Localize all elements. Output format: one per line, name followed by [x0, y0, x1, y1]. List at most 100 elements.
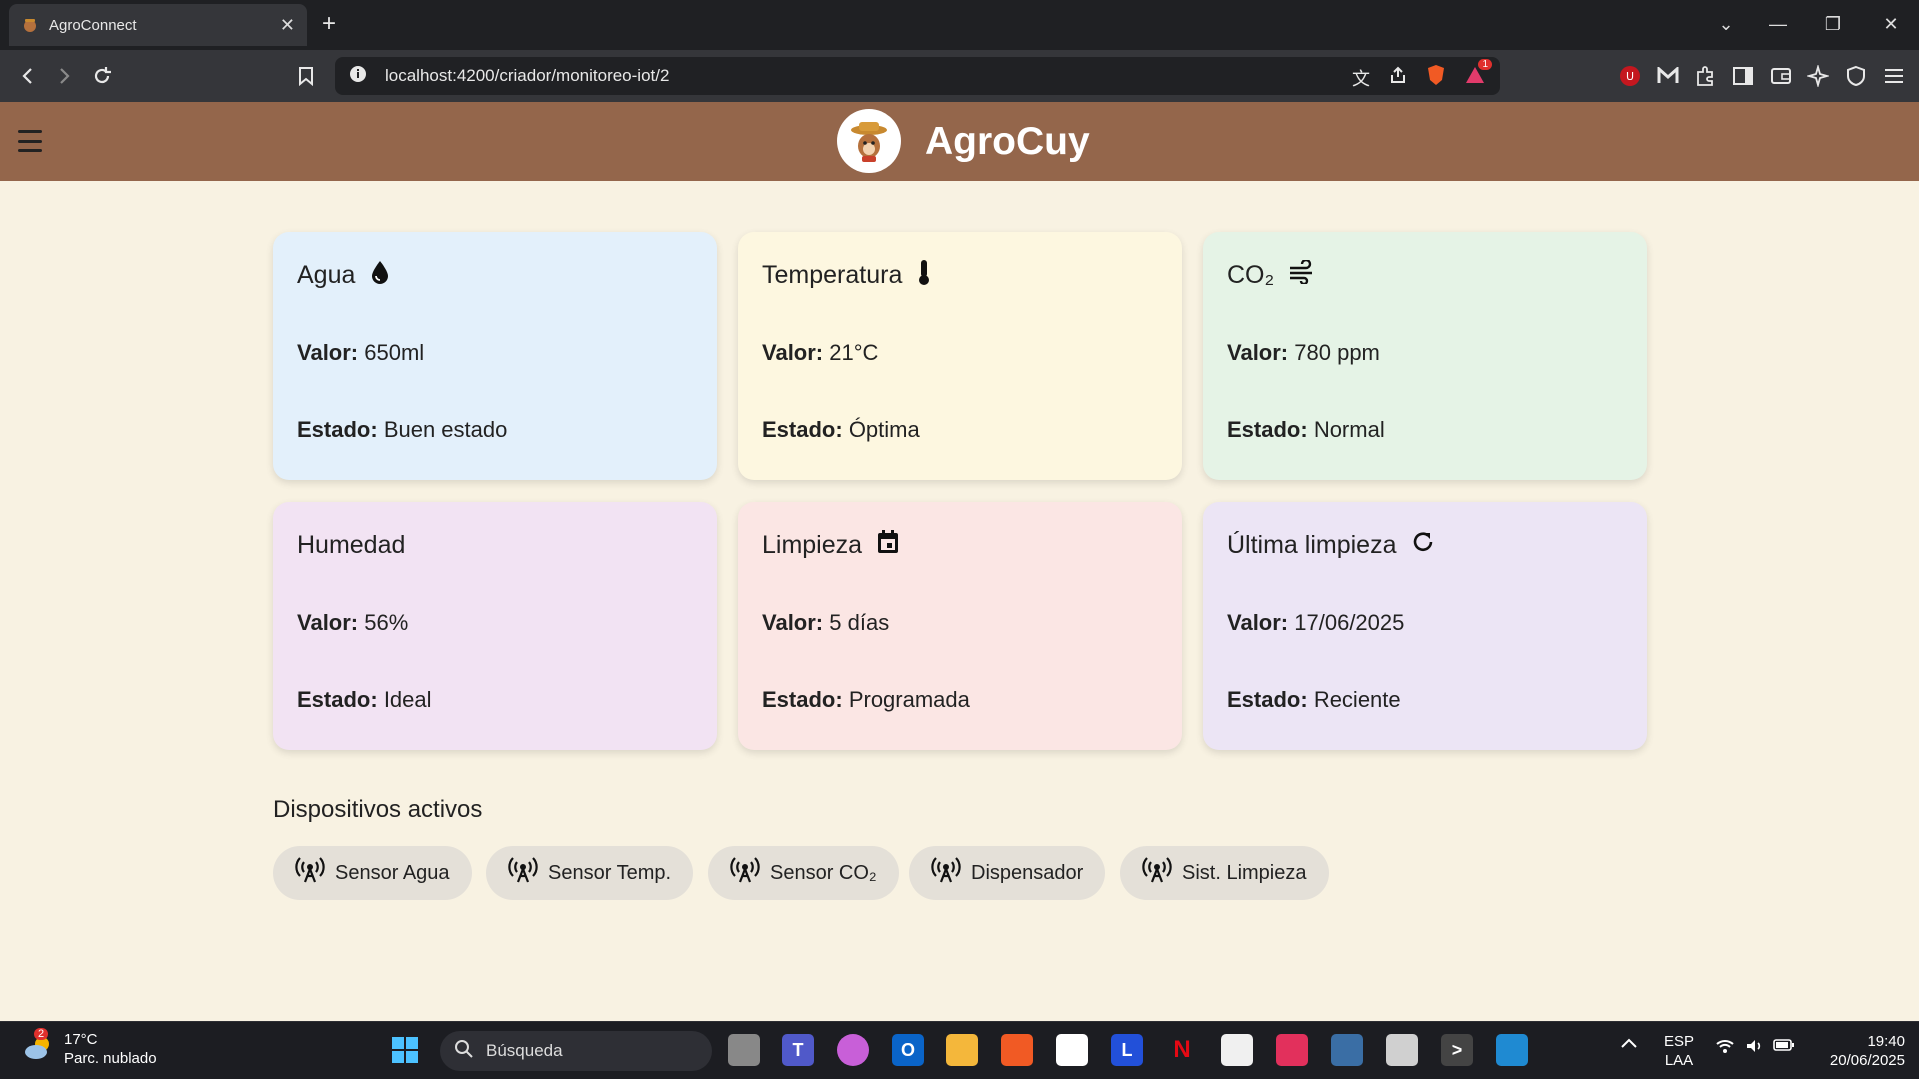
- back-button[interactable]: [12, 60, 44, 92]
- outlook-icon[interactable]: O: [892, 1034, 924, 1066]
- brave-rewards-icon[interactable]: 1: [1464, 59, 1492, 90]
- calendar-icon: [876, 529, 900, 562]
- device-chip-sensor-co2[interactable]: Sensor CO₂: [708, 846, 899, 900]
- search-placeholder: Búsqueda: [486, 1041, 563, 1060]
- device-chip-sensor-temp[interactable]: Sensor Temp.: [486, 846, 694, 900]
- card-humedad: Humedad Valor: 56% Estado: Ideal: [273, 502, 717, 750]
- minimize-button[interactable]: —: [1758, 8, 1798, 40]
- taskbar-search[interactable]: Búsqueda: [440, 1031, 712, 1071]
- restore-button[interactable]: ❐: [1813, 8, 1853, 40]
- card-title: Temperatura: [762, 260, 903, 289]
- antenna-icon: [1142, 856, 1172, 890]
- wifi-icon: [1715, 1038, 1735, 1059]
- card-value: Valor: 5 días: [762, 610, 890, 635]
- menu-hamburger-icon[interactable]: [18, 130, 42, 152]
- weather-description: Parc. nublado: [64, 1050, 157, 1067]
- language-code: ESP: [1664, 1033, 1695, 1050]
- file-explorer-icon[interactable]: [946, 1034, 978, 1066]
- vscode-icon[interactable]: [1496, 1034, 1528, 1066]
- card-status: Estado: Programada: [762, 687, 970, 712]
- wallet-icon[interactable]: [1767, 62, 1795, 90]
- card-ultima-limpieza: Última limpieza Valor: 17/06/2025 Estado…: [1203, 502, 1647, 750]
- new-tab-button[interactable]: +: [322, 10, 336, 38]
- brave-shield-icon[interactable]: [1426, 64, 1446, 91]
- device-chip-sist-limpieza[interactable]: Sist. Limpieza: [1120, 846, 1329, 900]
- app-header: AgroCuy: [0, 102, 1919, 181]
- app-l-icon[interactable]: L: [1111, 1034, 1143, 1066]
- weather-temperature: 17°C: [64, 1031, 98, 1048]
- device-chip-dispensador[interactable]: Dispensador: [909, 846, 1106, 900]
- antenna-icon: [508, 856, 538, 890]
- card-value: Valor: 56%: [297, 610, 409, 635]
- search-icon: [454, 1039, 474, 1064]
- antenna-icon: [730, 856, 760, 890]
- card-status: Estado: Ideal: [297, 687, 432, 712]
- card-agua: Agua Valor: 650ml Estado: Buen estado: [273, 232, 717, 480]
- water-drop-icon: [369, 259, 391, 292]
- brave-browser-icon[interactable]: [1001, 1034, 1033, 1066]
- clock-date: 20/06/2025: [1829, 1052, 1905, 1069]
- rewards-badge: 1: [1478, 59, 1492, 70]
- weather-widget[interactable]: 2 17°C Parc. nublado: [22, 1027, 157, 1068]
- device-chip-sensor-agua[interactable]: Sensor Agua: [273, 846, 472, 900]
- url-text: localhost:4200/criador/monitoreo-iot/2: [385, 66, 670, 85]
- card-title: Agua: [297, 260, 356, 289]
- ms-store-icon[interactable]: [1056, 1034, 1088, 1066]
- chip-label: Sensor Temp.: [548, 861, 672, 884]
- close-window-button[interactable]: ✕: [1871, 8, 1911, 40]
- chip-label: Sensor CO₂: [770, 861, 877, 884]
- vpn-shield-icon[interactable]: [1842, 62, 1870, 90]
- tray-chevron-icon[interactable]: [1620, 1036, 1638, 1055]
- terminal-icon[interactable]: >: [1441, 1034, 1473, 1066]
- browser-toolbar: localhost:4200/criador/monitoreo-iot/2 文…: [0, 50, 1919, 102]
- chip-label: Dispensador: [971, 861, 1084, 884]
- windows-taskbar: 2 17°C Parc. nublado Búsqueda T O L N > …: [0, 1021, 1919, 1079]
- browser-menu-icon[interactable]: [1880, 62, 1908, 90]
- browser-tab[interactable]: AgroConnect ✕: [9, 4, 307, 46]
- card-title: Limpieza: [762, 530, 863, 559]
- card-co2: CO₂ Valor: 780 ppm Estado: Normal: [1203, 232, 1647, 480]
- weather-cloud-icon: 2: [22, 1027, 56, 1067]
- copilot-icon[interactable]: [837, 1034, 869, 1066]
- intellij-icon[interactable]: [1276, 1034, 1308, 1066]
- sidebar-icon[interactable]: [1729, 62, 1757, 90]
- card-title: Última limpieza: [1227, 530, 1397, 559]
- leo-ai-icon[interactable]: [1804, 62, 1832, 90]
- task-view-icon[interactable]: [728, 1034, 760, 1066]
- windows-start-icon[interactable]: [389, 1034, 421, 1066]
- keyboard-layout: LAA: [1664, 1052, 1694, 1069]
- antenna-icon: [295, 856, 325, 890]
- teams-icon[interactable]: T: [782, 1034, 814, 1066]
- card-temperatura: Temperatura Valor: 21°C Estado: Óptima: [738, 232, 1182, 480]
- agrocuy-logo: [837, 109, 901, 173]
- card-title: CO₂: [1227, 260, 1275, 289]
- translate-icon[interactable]: 文: [1352, 65, 1370, 91]
- notepad-icon[interactable]: [1221, 1034, 1253, 1066]
- card-status: Estado: Óptima: [762, 417, 920, 442]
- netflix-icon[interactable]: N: [1166, 1034, 1198, 1066]
- card-limpieza: Limpieza Valor: 5 días Estado: Programad…: [738, 502, 1182, 750]
- chip-label: Sist. Limpieza: [1182, 861, 1307, 884]
- refresh-icon: [1410, 529, 1436, 562]
- system-tray-icons[interactable]: [1715, 1038, 1795, 1059]
- extension-m-icon[interactable]: [1654, 62, 1682, 90]
- share-icon[interactable]: [1388, 65, 1408, 90]
- site-info-icon[interactable]: [349, 65, 367, 88]
- sql-tool-icon[interactable]: [1331, 1034, 1363, 1066]
- tab-close-icon[interactable]: ✕: [280, 15, 295, 36]
- tab-search-chevron-icon[interactable]: ⌄: [1706, 8, 1746, 40]
- forward-button[interactable]: [48, 60, 80, 92]
- language-indicator[interactable]: ESP LAA: [1664, 1032, 1694, 1070]
- address-bar[interactable]: localhost:4200/criador/monitoreo-iot/2 文…: [335, 57, 1500, 95]
- clock[interactable]: 19:40 20/06/2025: [1815, 1032, 1905, 1070]
- snipping-tool-icon[interactable]: [1386, 1034, 1418, 1066]
- app-brand-title: AgroCuy: [925, 120, 1090, 163]
- card-value: Valor: 780 ppm: [1227, 340, 1380, 365]
- tab-title: AgroConnect: [49, 16, 137, 34]
- card-status: Estado: Reciente: [1227, 687, 1401, 712]
- bookmark-icon[interactable]: [290, 60, 322, 92]
- extensions-puzzle-icon[interactable]: [1691, 62, 1719, 90]
- reload-button[interactable]: [86, 60, 118, 92]
- ublock-extension-icon[interactable]: U: [1616, 62, 1644, 90]
- card-status: Estado: Normal: [1227, 417, 1385, 442]
